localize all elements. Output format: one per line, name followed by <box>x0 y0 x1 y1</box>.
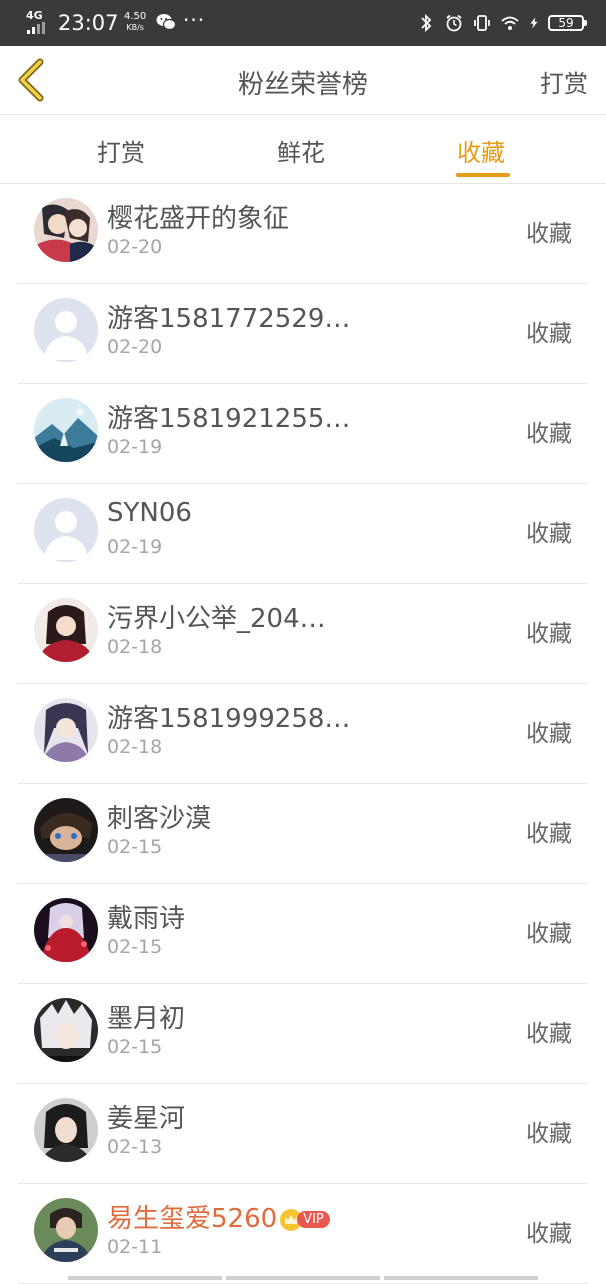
user-avatar[interactable] <box>34 198 98 262</box>
wifi-icon <box>501 16 519 30</box>
date-label: 02-15 <box>107 836 163 858</box>
date-label: 02-20 <box>107 236 163 258</box>
vip-user-name: 易生玺爱5260 VIP <box>107 1198 330 1235</box>
charging-icon <box>530 17 538 29</box>
list-item[interactable]: 游客1581921255… 02-19 收藏 <box>0 384 606 484</box>
more-notifications-icon: ··· <box>183 8 206 32</box>
signal-icon <box>27 22 49 34</box>
tip-button[interactable]: 打赏 <box>540 64 588 99</box>
list-item[interactable]: 易生玺爱5260 VIP 02-11 收藏 <box>0 1184 606 1284</box>
list-item[interactable]: SYN06 02-19 收藏 <box>0 484 606 584</box>
active-tab-indicator <box>456 173 510 177</box>
action-label: 收藏 <box>526 721 572 747</box>
date-label: 02-15 <box>107 1036 163 1058</box>
list-item[interactable]: 游客1581999258… 02-18 收藏 <box>0 684 606 784</box>
tab-favorites[interactable]: 收藏 <box>457 133 505 168</box>
user-name: SYN06 <box>107 498 192 528</box>
action-label: 收藏 <box>526 1221 572 1247</box>
app-header: 粉丝荣誉榜 打赏 <box>0 46 606 115</box>
user-avatar[interactable] <box>34 898 98 962</box>
action-label: 收藏 <box>526 221 572 247</box>
user-name: 樱花盛开的象征 <box>107 204 290 234</box>
user-avatar[interactable] <box>34 698 98 762</box>
list-item[interactable]: 戴雨诗 02-15 收藏 <box>0 884 606 984</box>
page-title: 粉丝荣誉榜 <box>237 70 368 100</box>
alarm-icon <box>446 14 462 32</box>
bottom-gesture-bar <box>68 1276 538 1280</box>
user-avatar[interactable] <box>34 798 98 862</box>
list-item[interactable]: 刺客沙漠 02-15 收藏 <box>0 784 606 884</box>
fan-list: 樱花盛开的象征 02-20 收藏 游客1581772529… 02-20 收藏 … <box>0 184 606 1284</box>
action-label: 收藏 <box>526 521 572 547</box>
date-label: 02-20 <box>107 336 163 358</box>
user-avatar[interactable] <box>34 1098 98 1162</box>
list-item[interactable]: 樱花盛开的象征 02-20 收藏 <box>0 184 606 284</box>
user-name: 污界小公举_204… <box>107 604 326 634</box>
date-label: 02-15 <box>107 936 163 958</box>
tab-tip[interactable]: 打赏 <box>97 133 145 168</box>
user-avatar[interactable] <box>34 598 98 662</box>
tab-flowers[interactable]: 鲜花 <box>277 133 325 168</box>
user-name: 戴雨诗 <box>107 904 186 934</box>
date-label: 02-13 <box>107 1136 163 1158</box>
vip-badge: VIP <box>297 1211 330 1228</box>
action-label: 收藏 <box>526 421 572 447</box>
action-label: 收藏 <box>526 1121 572 1147</box>
status-bar: 4G 23:07 4.50 KB/s ··· 59 <box>0 0 606 46</box>
clock: 23:07 <box>58 11 119 35</box>
date-label: 02-19 <box>107 536 163 558</box>
battery-icon: 59 <box>548 15 587 31</box>
user-name: 姜星河 <box>107 1104 186 1134</box>
date-label: 02-11 <box>107 1236 163 1258</box>
user-avatar[interactable] <box>34 1198 98 1262</box>
date-label: 02-18 <box>107 736 163 758</box>
user-name: 游客1581999258… <box>107 704 351 734</box>
wechat-icon <box>156 14 176 31</box>
vibrate-icon <box>474 15 490 31</box>
date-label: 02-18 <box>107 636 163 658</box>
user-name: 游客1581772529… <box>107 304 351 334</box>
network-type: 4G <box>26 9 43 22</box>
user-name: 易生玺爱5260 <box>107 1204 278 1234</box>
user-name: 游客1581921255… <box>107 404 351 434</box>
tab-bar: 打赏 鲜花 收藏 <box>0 115 606 184</box>
list-item[interactable]: 姜星河 02-13 收藏 <box>0 1084 606 1184</box>
action-label: 收藏 <box>526 921 572 947</box>
default-user-avatar[interactable] <box>34 498 98 562</box>
list-item[interactable]: 墨月初 02-15 收藏 <box>0 984 606 1084</box>
action-label: 收藏 <box>526 321 572 347</box>
date-label: 02-19 <box>107 436 163 458</box>
user-name: 刺客沙漠 <box>107 804 212 834</box>
bluetooth-icon <box>421 13 432 33</box>
list-item[interactable]: 游客1581772529… 02-20 收藏 <box>0 284 606 384</box>
user-avatar[interactable] <box>34 398 98 462</box>
list-item[interactable]: 污界小公举_204… 02-18 收藏 <box>0 584 606 684</box>
default-user-avatar[interactable] <box>34 298 98 362</box>
user-name: 墨月初 <box>107 1004 186 1034</box>
action-label: 收藏 <box>526 821 572 847</box>
network-speed: 4.50 KB/s <box>124 11 147 33</box>
action-label: 收藏 <box>526 621 572 647</box>
user-avatar[interactable] <box>34 998 98 1062</box>
action-label: 收藏 <box>526 1021 572 1047</box>
